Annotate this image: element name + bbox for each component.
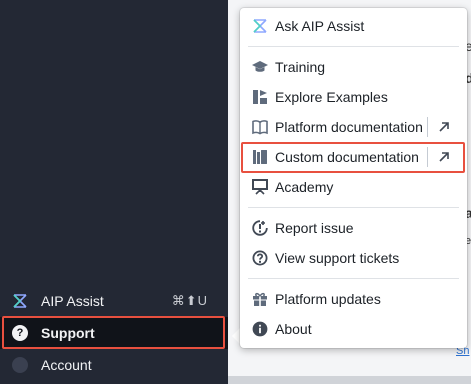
menu-item-label: Academy: [275, 179, 334, 195]
sidebar-item-aip-assist[interactable]: AIP Assist ⌘⬆U: [0, 285, 228, 317]
menu-item-label: Training: [275, 59, 326, 75]
sidebar-item-support[interactable]: ? Support: [0, 317, 228, 349]
menu-item-label: Explore Examples: [275, 89, 388, 105]
content-bottom-band: [228, 376, 471, 384]
info-icon: [252, 321, 268, 337]
sidebar: AIP Assist ⌘⬆U ? Support Account: [0, 0, 228, 384]
aip-logo-icon: [12, 293, 28, 309]
menu-item-platform-updates[interactable]: Platform updates: [240, 284, 467, 314]
menu-item-academy[interactable]: Academy: [240, 172, 467, 202]
book-icon: [252, 119, 268, 135]
menu-item-label: Platform updates: [275, 291, 381, 307]
help-icon: [252, 250, 268, 266]
sidebar-item-label: Support: [41, 325, 95, 341]
menu-caret: [232, 328, 240, 344]
presentation-icon: [252, 179, 268, 195]
external-link-icon[interactable]: [427, 117, 459, 137]
sidebar-item-account[interactable]: Account: [0, 349, 228, 381]
menu-item-about[interactable]: About: [240, 314, 467, 344]
menu-divider: [248, 278, 459, 279]
support-menu: Ask AIP Assist Training Explore Examples…: [240, 8, 467, 348]
menu-item-view-support-tickets[interactable]: View support tickets: [240, 243, 467, 273]
gift-icon: [252, 291, 268, 307]
menu-divider: [248, 207, 459, 208]
aip-logo-icon: [252, 18, 268, 34]
menu-item-ask-aip-assist[interactable]: Ask AIP Assist: [240, 11, 467, 41]
sidebar-item-label: AIP Assist: [41, 293, 104, 309]
menu-item-label: About: [275, 321, 312, 337]
menu-item-explore-examples[interactable]: Explore Examples: [240, 82, 467, 112]
menu-item-platform-documentation[interactable]: Platform documentation: [240, 112, 467, 142]
menu-item-label: Report issue: [275, 220, 354, 236]
menu-item-training[interactable]: Training: [240, 52, 467, 82]
menu-item-label: Ask AIP Assist: [275, 18, 365, 34]
issue-icon: [252, 220, 268, 236]
menu-divider: [248, 46, 459, 47]
graduation-cap-icon: [252, 59, 268, 75]
menu-item-label: View support tickets: [275, 250, 400, 266]
menu-item-custom-documentation[interactable]: Custom documentation: [240, 142, 467, 172]
avatar-icon: [12, 357, 28, 373]
menu-item-label: Platform documentation: [275, 119, 423, 135]
help-icon: ?: [12, 325, 28, 341]
library-icon: [252, 149, 268, 165]
keyboard-shortcut: ⌘⬆U: [171, 293, 208, 308]
menu-item-report-issue[interactable]: Report issue: [240, 213, 467, 243]
sidebar-item-label: Account: [41, 357, 92, 373]
external-link-icon[interactable]: [427, 147, 459, 167]
menu-item-label: Custom documentation: [275, 149, 419, 165]
examples-icon: [252, 89, 268, 105]
